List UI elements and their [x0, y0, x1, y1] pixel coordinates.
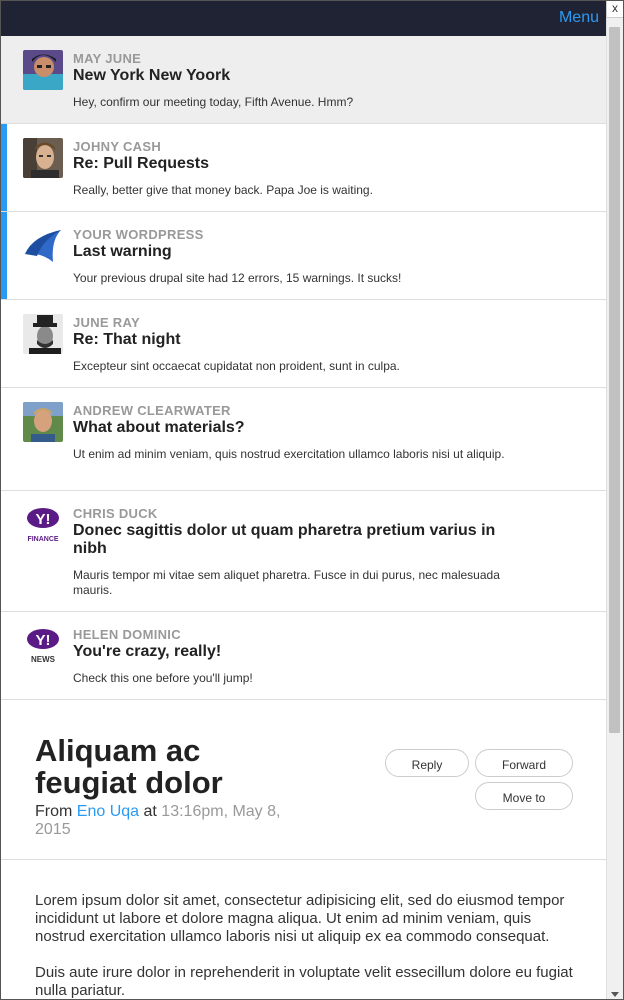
timestamp: 13:16pm, May 8, 2015	[35, 803, 281, 838]
message-list: May June New York New Yoork Hey, confirm…	[1, 36, 607, 700]
avatar: Y! FINANCE	[23, 505, 63, 545]
message-preview: Ut enim ad minim veniam, quis nostrud ex…	[73, 447, 505, 461]
scrollbar[interactable]	[606, 18, 623, 999]
at-label: at	[143, 803, 157, 820]
blue-flag-icon	[23, 226, 63, 266]
message-preview: Excepteur sint occaecat cupidatat non pr…	[73, 359, 400, 373]
message-item[interactable]: Johny Cash Re: Pull Requests Really, bet…	[1, 124, 607, 212]
message-item[interactable]: May June New York New Yoork Hey, confirm…	[1, 36, 607, 124]
yahoo-finance-logo: Y! FINANCE	[23, 505, 63, 545]
app-frame: Menu May June New York New Yoork Hey, co…	[0, 0, 624, 1000]
person-photo-icon	[23, 138, 63, 178]
avatar	[23, 138, 63, 178]
message-subject: Last warning	[73, 243, 172, 260]
sender-name: June Ray	[73, 315, 140, 330]
sender-name: Andrew Clearwater	[73, 403, 231, 418]
author-link[interactable]: Eno Uqa	[77, 803, 139, 820]
move-to-button[interactable]: Move to	[475, 782, 573, 810]
message-subject: Donec sagittis dolor ut quam pharetra pr…	[73, 522, 496, 557]
message-subject: Re: Pull Requests	[73, 155, 210, 172]
sender-name: Chris Duck	[73, 506, 158, 521]
message-subject: New York New Yoork	[73, 67, 231, 84]
detail-title: Aliquam ac feugiat dolor	[35, 733, 223, 800]
sender-name: Helen Dominic	[73, 627, 181, 642]
message-item[interactable]: Andrew Clearwater What about materials? …	[1, 388, 607, 491]
from-label: From	[35, 803, 73, 820]
person-photo-icon	[23, 402, 63, 442]
body-paragraph: Duis aute irure dolor in reprehenderit i…	[35, 964, 573, 999]
scroll-thumb[interactable]	[609, 27, 620, 733]
sender-name: Your WordPress	[73, 227, 204, 242]
message-detail: Aliquam ac feugiat dolor From Eno Uqa at…	[1, 701, 607, 999]
message-subject: What about materials?	[73, 419, 245, 436]
message-preview: Really, better give that money back. Pap…	[73, 183, 373, 197]
close-icon[interactable]: x	[606, 1, 623, 18]
top-bar: Menu	[1, 1, 607, 36]
avatar	[23, 226, 63, 266]
sender-name: May June	[73, 51, 142, 66]
yahoo-news-logo: Y! NEWS	[23, 626, 63, 666]
sender-name: Johny Cash	[73, 139, 162, 154]
message-item[interactable]: Y! FINANCE Chris Duck Donec sagittis dol…	[1, 491, 607, 612]
body-paragraph: Lorem ipsum dolor sit amet, consectetur …	[35, 892, 565, 945]
message-preview: Your previous drupal site had 12 errors,…	[73, 271, 402, 285]
message-item[interactable]: Y! NEWS Helen Dominic You're crazy, real…	[1, 612, 607, 700]
logo-subtext: FINANCE	[27, 536, 58, 543]
logo-text: Y!	[36, 511, 51, 528]
detail-meta: From Eno Uqa at 13:16pm, May 8, 2015	[35, 803, 295, 839]
logo-subtext: NEWS	[31, 655, 56, 664]
message-item[interactable]: June Ray Re: That night Excepteur sint o…	[1, 300, 607, 388]
message-subject: Re: That night	[73, 331, 181, 348]
reply-button[interactable]: Reply	[385, 749, 469, 777]
message-preview: Check this one before you'll jump!	[73, 671, 253, 685]
person-photo-icon	[23, 314, 63, 354]
forward-button[interactable]: Forward	[475, 749, 573, 777]
message-item[interactable]: Your WordPress Last warning Your previou…	[1, 212, 607, 300]
detail-body: Lorem ipsum dolor sit amet, consectetur …	[1, 860, 607, 999]
menu-link[interactable]: Menu	[559, 9, 599, 27]
scroll-down-arrow-icon[interactable]	[611, 992, 619, 997]
message-subject: You're crazy, really!	[73, 643, 222, 660]
avatar	[23, 50, 63, 90]
avatar: Y! NEWS	[23, 626, 63, 666]
logo-text: Y!	[36, 632, 51, 649]
avatar	[23, 402, 63, 442]
detail-header: Aliquam ac feugiat dolor From Eno Uqa at…	[1, 701, 607, 860]
message-preview: Mauris tempor mi vitae sem aliquet phare…	[73, 568, 500, 597]
avatar	[23, 314, 63, 354]
person-photo-icon	[23, 50, 63, 90]
message-preview: Hey, confirm our meeting today, Fifth Av…	[73, 95, 354, 109]
